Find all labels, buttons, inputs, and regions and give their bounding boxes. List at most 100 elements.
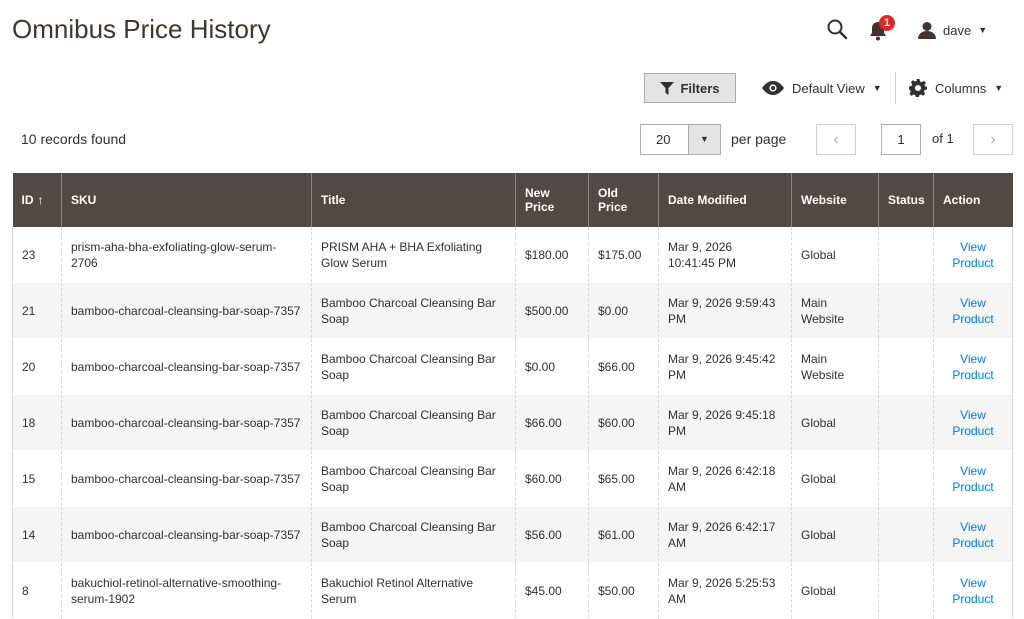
column-header-sku[interactable]: SKU	[61, 173, 312, 227]
cell-website: Global	[791, 450, 879, 507]
cell-website: Main Website	[791, 338, 879, 395]
column-header-old-price[interactable]: Old Price	[588, 173, 659, 227]
cell-action: View Product	[933, 338, 1013, 395]
cell-status	[878, 394, 934, 451]
view-product-link[interactable]: View Product	[952, 352, 993, 382]
cell-new-price: $500.00	[515, 282, 589, 339]
cell-id: 21	[12, 282, 62, 339]
notifications-button[interactable]: 1	[869, 15, 895, 42]
view-product-link[interactable]: View Product	[952, 296, 993, 326]
chevron-down-icon: ▼	[978, 25, 988, 35]
cell-new-price: $180.00	[515, 227, 589, 283]
chevron-right-icon: ›	[990, 131, 996, 148]
cell-new-price: $45.00	[515, 562, 589, 619]
chevron-down-icon: ▼	[872, 83, 882, 93]
table-row[interactable]: 15 bamboo-charcoal-cleansing-bar-soap-73…	[12, 450, 1013, 507]
cell-website: Global	[791, 562, 879, 619]
column-header-website[interactable]: Website	[791, 173, 879, 227]
table-row[interactable]: 18 bamboo-charcoal-cleansing-bar-soap-73…	[12, 394, 1013, 451]
cell-new-price: $60.00	[515, 450, 589, 507]
table-row[interactable]: 23 prism-aha-bha-exfoliating-glow-serum-…	[12, 227, 1013, 283]
cell-date-modified: Mar 9, 2026 6:42:17 AM	[658, 506, 792, 563]
per-page-select[interactable]: 20 ▼	[640, 124, 721, 155]
toolbar-divider	[895, 72, 896, 104]
cell-old-price: $65.00	[588, 450, 659, 507]
view-product-link[interactable]: View Product	[952, 520, 993, 550]
cell-date-modified: Mar 9, 2026 6:42:18 AM	[658, 450, 792, 507]
filter-icon	[660, 81, 675, 95]
cell-id: 15	[12, 450, 62, 507]
cell-date-modified: Mar 9, 2026 10:41:45 PM	[658, 227, 792, 283]
cell-new-price: $66.00	[515, 394, 589, 451]
chevron-down-icon: ▼	[994, 83, 1004, 93]
column-header-id[interactable]: ID ↑	[12, 173, 62, 227]
cell-old-price: $66.00	[588, 338, 659, 395]
default-view-dropdown[interactable]: Default View ▼	[762, 78, 882, 98]
cell-old-price: $50.00	[588, 562, 659, 619]
sort-ascending-icon: ↑	[37, 193, 44, 207]
column-header-status[interactable]: Status	[878, 173, 934, 227]
filters-label: Filters	[680, 80, 720, 96]
previous-page-button[interactable]: ‹	[816, 124, 856, 155]
cell-action: View Product	[933, 562, 1013, 619]
cell-website: Global	[791, 394, 879, 451]
view-product-link[interactable]: View Product	[952, 464, 993, 494]
cell-action: View Product	[933, 450, 1013, 507]
cell-date-modified: Mar 9, 2026 5:25:53 AM	[658, 562, 792, 619]
cell-website: Global	[791, 506, 879, 563]
cell-new-price: $56.00	[515, 506, 589, 563]
cell-website: Global	[791, 227, 879, 283]
records-count: 10 records found	[21, 131, 127, 147]
chevron-left-icon: ‹	[833, 131, 839, 148]
cell-date-modified: Mar 9, 2026 9:45:42 PM	[658, 338, 792, 395]
cell-status	[878, 506, 934, 563]
gear-icon	[909, 79, 927, 97]
user-icon	[918, 22, 936, 39]
columns-label: Columns	[935, 80, 987, 96]
columns-dropdown[interactable]: Columns ▼	[909, 78, 1003, 98]
cell-date-modified: Mar 9, 2026 9:59:43 PM	[658, 282, 792, 339]
cell-old-price: $60.00	[588, 394, 659, 451]
cell-id: 14	[12, 506, 62, 563]
table-row[interactable]: 8 bakuchiol-retinol-alternative-smoothin…	[12, 562, 1013, 619]
table-row[interactable]: 21 bamboo-charcoal-cleansing-bar-soap-73…	[12, 282, 1013, 339]
table-row[interactable]: 20 bamboo-charcoal-cleansing-bar-soap-73…	[12, 338, 1013, 395]
table-header-row: ID ↑ SKU Title New Price Old Price Date M…	[12, 173, 1013, 227]
notification-badge: 1	[879, 15, 895, 31]
per-page-value: 20	[656, 132, 671, 147]
cell-title: PRISM AHA + BHA Exfoliating Glow Serum	[311, 227, 516, 283]
column-header-date-modified[interactable]: Date Modified	[658, 173, 792, 227]
cell-id: 23	[12, 227, 62, 283]
cell-sku: bamboo-charcoal-cleansing-bar-soap-7357	[61, 338, 312, 395]
cell-title: Bamboo Charcoal Cleansing Bar Soap	[311, 338, 516, 395]
cell-action: View Product	[933, 227, 1013, 283]
filters-button[interactable]: Filters	[644, 73, 736, 103]
search-icon[interactable]	[826, 18, 850, 42]
cell-status	[878, 227, 934, 283]
view-product-link[interactable]: View Product	[952, 576, 993, 606]
column-header-action: Action	[933, 173, 1013, 227]
column-header-new-price[interactable]: New Price	[515, 173, 589, 227]
cell-action: View Product	[933, 506, 1013, 563]
table-row[interactable]: 14 bamboo-charcoal-cleansing-bar-soap-73…	[12, 506, 1013, 563]
cell-title: Bamboo Charcoal Cleansing Bar Soap	[311, 394, 516, 451]
chevron-down-icon: ▼	[688, 125, 720, 154]
cell-id: 8	[12, 562, 62, 619]
cell-old-price: $61.00	[588, 506, 659, 563]
cell-sku: bamboo-charcoal-cleansing-bar-soap-7357	[61, 506, 312, 563]
column-header-title[interactable]: Title	[311, 173, 516, 227]
cell-website: Main Website	[791, 282, 879, 339]
current-page-input[interactable]: 1	[881, 124, 921, 155]
cell-title: Bakuchiol Retinol Alternative Serum	[311, 562, 516, 619]
view-product-link[interactable]: View Product	[952, 240, 993, 270]
user-menu-button[interactable]: dave ▼	[918, 18, 987, 42]
next-page-button[interactable]: ›	[973, 124, 1013, 155]
eye-icon	[762, 81, 784, 95]
cell-id: 18	[12, 394, 62, 451]
cell-id: 20	[12, 338, 62, 395]
view-product-link[interactable]: View Product	[952, 408, 993, 438]
cell-status	[878, 562, 934, 619]
cell-status	[878, 338, 934, 395]
cell-sku: bakuchiol-retinol-alternative-smoothing-…	[61, 562, 312, 619]
cell-title: Bamboo Charcoal Cleansing Bar Soap	[311, 506, 516, 563]
